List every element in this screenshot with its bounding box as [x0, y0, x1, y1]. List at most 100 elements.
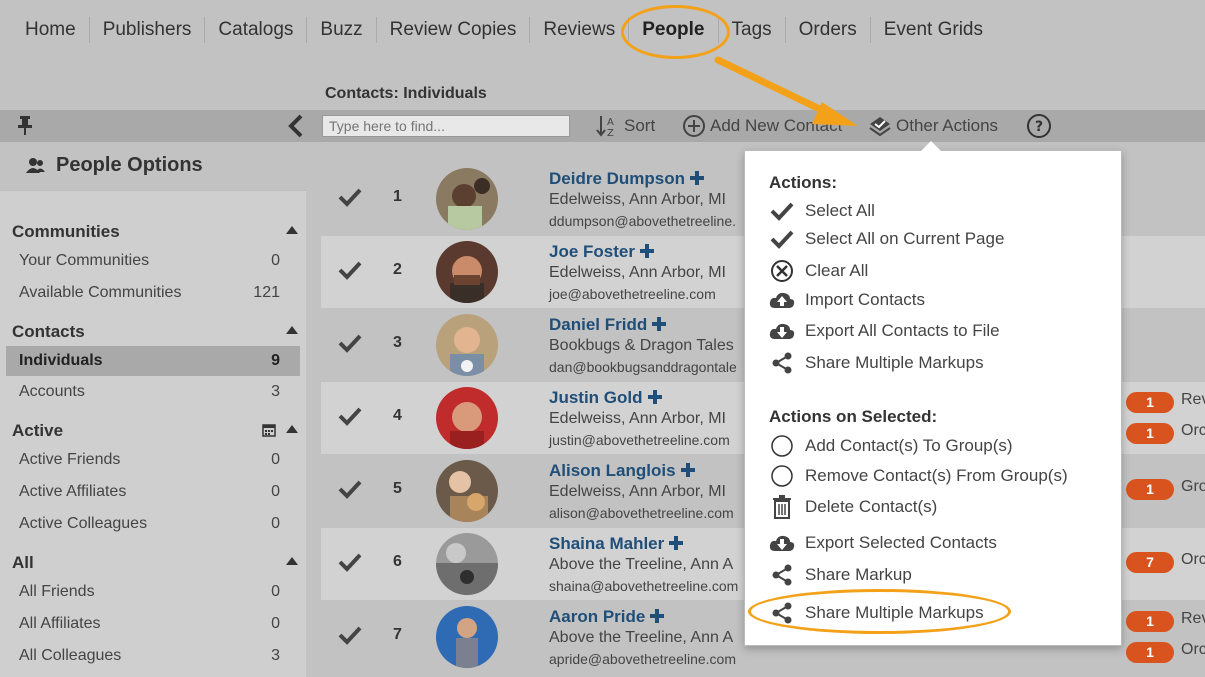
add-contact-plus-icon[interactable]	[651, 316, 667, 332]
item-label: All Colleagues	[19, 647, 122, 664]
radio-icon[interactable]	[770, 464, 794, 488]
checkmark-icon[interactable]	[338, 479, 362, 499]
menu-item-select-all[interactable]: Select All	[769, 201, 875, 221]
add-contact-plus-icon[interactable]	[680, 462, 696, 478]
row-number: 6	[393, 553, 402, 570]
collapse-triangle-icon[interactable]	[286, 425, 298, 433]
avatar	[436, 314, 498, 376]
avatar	[436, 460, 498, 522]
group-active[interactable]: Active	[12, 421, 302, 441]
menu-item-add-to-group[interactable]: Add Contact(s) To Group(s)	[769, 434, 1013, 458]
menu-item-import-contacts[interactable]: Import Contacts	[769, 290, 925, 310]
checkmark-icon[interactable]	[338, 406, 362, 426]
count-badge[interactable]: 1	[1126, 392, 1174, 413]
row-number: 1	[393, 188, 402, 205]
other-actions-menu: Actions: Select All Select All on Curren…	[744, 141, 1122, 646]
menu-item-delete-contacts[interactable]: Delete Contact(s)	[769, 495, 937, 519]
item-label: Available Communities	[19, 284, 182, 301]
help-icon[interactable]: ?	[1026, 113, 1052, 139]
group-label: All	[12, 553, 34, 572]
contact-name[interactable]: Shaina Mahler	[549, 534, 684, 554]
contact-email: justin@abovethetreeline.com	[549, 432, 730, 448]
sort-button[interactable]: A Z Sort	[596, 114, 655, 138]
count-badge[interactable]: 1	[1126, 642, 1174, 663]
nav-review-copies[interactable]: Review Copies	[377, 17, 531, 43]
chevron-left-icon[interactable]	[286, 113, 306, 139]
menu-item-share-multiple-markups[interactable]: Share Multiple Markups	[769, 352, 984, 374]
other-actions-button[interactable]: Other Actions	[868, 114, 998, 138]
top-nav: Home Publishers Catalogs Buzz Review Cop…	[0, 0, 1205, 60]
group-communities[interactable]: Communities	[12, 222, 302, 242]
svg-text:A: A	[607, 117, 614, 128]
count-badge[interactable]: 1	[1126, 479, 1174, 500]
add-contact-plus-icon[interactable]	[639, 243, 655, 259]
add-contact-plus-icon[interactable]	[668, 535, 684, 551]
nav-buzz[interactable]: Buzz	[307, 17, 377, 43]
other-actions-label: Other Actions	[896, 116, 999, 135]
nav-publishers[interactable]: Publishers	[90, 17, 206, 43]
menu-item-label: Export Selected Contacts	[805, 533, 997, 552]
collapse-triangle-icon[interactable]	[286, 226, 298, 234]
count-badge[interactable]: 7	[1126, 552, 1174, 573]
menu-item-clear-all[interactable]: Clear All	[769, 259, 868, 283]
menu-item-export-all[interactable]: Export All Contacts to File	[769, 321, 1000, 341]
sidebar-item-your-communities[interactable]: Your Communities 0	[6, 246, 300, 276]
avatar	[436, 387, 498, 449]
nav-event-grids[interactable]: Event Grids	[871, 17, 996, 43]
checkmark-icon[interactable]	[338, 552, 362, 572]
group-contacts[interactable]: Contacts	[12, 322, 302, 342]
sidebar-item-active-friends[interactable]: Active Friends 0	[6, 445, 300, 475]
add-contact-plus-icon[interactable]	[647, 389, 663, 405]
sidebar-item-active-affiliates[interactable]: Active Affiliates 0	[6, 477, 300, 507]
count-badge[interactable]: 1	[1126, 611, 1174, 632]
add-contact-plus-icon[interactable]	[649, 608, 665, 624]
checkmark-icon[interactable]	[338, 333, 362, 353]
add-contact-button[interactable]: Add New Contact	[682, 114, 842, 138]
menu-item-select-all-page[interactable]: Select All on Current Page	[769, 229, 1004, 249]
row-number: 7	[393, 626, 402, 643]
sidebar-item-accounts[interactable]: Accounts 3	[6, 377, 300, 407]
contact-name[interactable]: Joe Foster	[549, 242, 655, 262]
sidebar-item-available-communities[interactable]: Available Communities 121	[6, 278, 300, 308]
contact-org: Edelweiss, Ann Arbor, MI	[549, 191, 726, 208]
nav-people[interactable]: People	[621, 5, 730, 59]
checkmark-icon[interactable]	[338, 625, 362, 645]
contact-name[interactable]: Deidre Dumpson	[549, 169, 705, 189]
contact-name[interactable]: Alison Langlois	[549, 461, 696, 481]
contact-email: alison@abovethetreeline.com	[549, 505, 734, 521]
contact-name-text: Alison Langlois	[549, 461, 676, 480]
sidebar-item-all-affiliates[interactable]: All Affiliates 0	[6, 609, 300, 639]
contact-name[interactable]: Aaron Pride	[549, 607, 665, 627]
badge-label: Rev	[1181, 610, 1205, 627]
pin-icon[interactable]	[16, 115, 34, 135]
item-count: 9	[271, 352, 280, 369]
add-contact-plus-icon[interactable]	[689, 170, 705, 186]
calendar-icon[interactable]	[262, 423, 276, 437]
nav-orders[interactable]: Orders	[786, 17, 871, 43]
checkmark-icon[interactable]	[338, 260, 362, 280]
group-label: Contacts	[12, 322, 85, 341]
sidebar-item-active-colleagues[interactable]: Active Colleagues 0	[6, 509, 300, 539]
badge-label: Orc	[1181, 551, 1205, 568]
checkmark-icon[interactable]	[338, 187, 362, 207]
contact-name[interactable]: Justin Gold	[549, 388, 663, 408]
row-number: 5	[393, 480, 402, 497]
nav-catalogs[interactable]: Catalogs	[205, 17, 308, 43]
sidebar-item-all-friends[interactable]: All Friends 0	[6, 577, 300, 607]
collapse-triangle-icon[interactable]	[286, 557, 298, 565]
menu-item-remove-from-group[interactable]: Remove Contact(s) From Group(s)	[769, 464, 1068, 488]
nav-reviews[interactable]: Reviews	[530, 17, 630, 43]
sidebar-item-individuals[interactable]: Individuals 9	[6, 346, 300, 376]
contact-name[interactable]: Daniel Fridd	[549, 315, 667, 335]
radio-icon[interactable]	[770, 434, 794, 458]
menu-item-export-selected[interactable]: Export Selected Contacts	[769, 533, 997, 553]
search-input[interactable]	[322, 115, 570, 137]
count-badge[interactable]: 1	[1126, 423, 1174, 444]
group-all[interactable]: All	[12, 553, 302, 573]
collapse-triangle-icon[interactable]	[286, 326, 298, 334]
sidebar-item-all-colleagues[interactable]: All Colleagues 3	[6, 641, 300, 671]
clear-circle-icon	[771, 260, 793, 282]
nav-home[interactable]: Home	[12, 17, 90, 43]
menu-item-share-markup[interactable]: Share Markup	[769, 564, 912, 586]
item-count: 3	[271, 647, 280, 664]
